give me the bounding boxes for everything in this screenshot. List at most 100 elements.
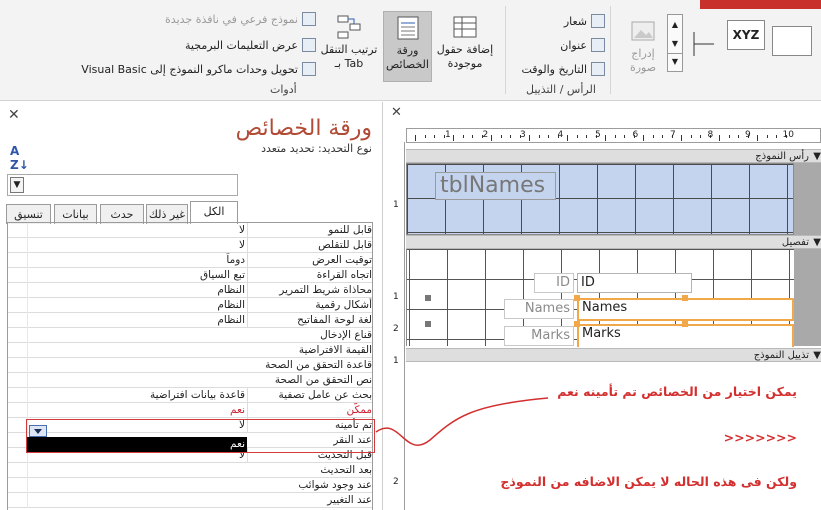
frame-control-icon[interactable] [772,26,812,56]
property-sheet-icon [397,16,418,40]
group-divider [505,6,506,94]
ruler-tick [529,135,530,141]
names-textbox[interactable]: Names [577,298,794,321]
property-value[interactable]: النظام [28,298,248,313]
marks-label[interactable]: Marks [504,326,574,346]
subform-icon [302,12,316,26]
property-value[interactable]: النظام [28,283,248,298]
property-value[interactable]: لا [28,238,248,253]
horizontal-line-icon[interactable] [690,30,716,58]
property-row[interactable]: نعم ممكَّن [8,403,372,418]
title-icon [591,38,605,52]
property-label: قابل للنمو [328,224,372,236]
ruler-tick [738,135,739,138]
xyz-title-control[interactable]: XYZ [727,20,765,50]
sort-az-icon[interactable]: A Z↓ [10,144,29,172]
property-row[interactable]: قاعدة التحقق من الصحة [8,358,372,373]
form-header-band[interactable]: رأس النموذج [406,149,821,163]
subform-new-window-button[interactable]: نموذج فرعي في نافذة جديدة [165,12,316,26]
ruler-tick [538,135,540,138]
ruler-tick [567,135,568,141]
convert-macros-button[interactable]: تحويل وحدات ماكرو النموذج إلى Visual Bas… [81,62,316,76]
property-row[interactable]: قاعدة بيانات افتراضية بحث عن عامل تصفية [8,388,372,403]
add-existing-fields-label: إضافة حقول موجودة [436,43,494,70]
property-row[interactable]: القيمة الافتراضية [8,343,372,358]
row-gutter [8,343,28,358]
property-value[interactable]: دوماً [28,253,248,268]
property-row[interactable]: نص التحقق من الصحة [8,373,372,388]
chevron-down-icon[interactable]: ▼ [10,177,24,193]
property-row[interactable]: قناع الإدخال [8,328,372,343]
property-row[interactable]: تبع السياق اتجاه القراءة [8,268,372,283]
property-row[interactable]: النظام محاذاة شريط التمرير [8,283,372,298]
property-value[interactable]: لا [28,223,248,238]
gallery-scroll[interactable]: ▲ ▼ ▼ [667,14,683,72]
property-value[interactable]: نعم [28,403,248,418]
property-grid: لا قابل للنمو لا قابل للتقلص دوماً توقيت العر… [7,222,373,510]
tab-event[interactable]: حدث [100,204,144,224]
close-icon[interactable]: ✕ [391,105,402,120]
move-handle[interactable] [425,321,431,327]
property-label: بعد التحديث [320,464,372,476]
property-label: عند وجود شوائب [298,479,372,491]
vertical-ruler: 1 1 2 1 2 [389,142,405,510]
property-row[interactable]: عند التغيير [8,493,372,508]
property-label: قابل للتقلص [318,239,372,251]
tab-other[interactable]: غير ذلك [146,204,188,224]
access-window: نموذج فرعي في نافذة جديدة عرض التعليمات … [0,0,821,510]
annotation-line-1: يمكن اختيار من الخصائص تم تأمينه نعم [557,384,797,399]
ruler-tick [662,135,663,138]
move-handle[interactable] [425,295,431,301]
add-existing-fields-button[interactable]: إضافة حقول موجودة [434,14,496,71]
marks-textbox[interactable]: Marks [577,324,794,347]
ruler-tick [462,135,464,138]
property-value[interactable]: النظام [28,313,248,328]
row-gutter [8,388,28,403]
view-code-button[interactable]: عرض التعليمات البرمجية [185,38,316,52]
property-row[interactable]: عند وجود شوائب [8,478,372,493]
scroll-up-icon: ▲ [671,20,679,29]
property-row[interactable]: النظام أشكال رقمية [8,298,372,313]
property-label: القيمة الافتراضية [298,344,372,356]
ruler-tick [510,135,511,138]
property-row[interactable]: بعد التحديث [8,463,372,478]
property-value[interactable]: تبع السياق [28,268,248,283]
date-time-button[interactable]: التاريخ والوقت [521,62,605,76]
form-header-section[interactable]: tblNames [406,163,794,235]
selection-combo[interactable]: ▼ [7,174,238,196]
insert-image-button[interactable]: إدراج صورة [622,18,664,75]
ruler-number: 4 [557,130,564,140]
tools-group-label: أدوات [270,83,297,96]
tab-order-button[interactable]: ترتيب التنقل بـ Tab [318,14,380,71]
property-value[interactable]: قاعدة بيانات افتراضية [28,388,248,403]
form-footer-band[interactable]: تذييل النموذج [406,348,821,362]
header-title-label[interactable]: tblNames [435,172,556,200]
ruler-number: 10 [782,130,794,140]
row-gutter [8,418,28,433]
tab-format[interactable]: تنسيق [6,204,51,224]
property-row[interactable]: لا قابل للنمو [8,223,372,238]
ruler-tick [652,135,654,138]
id-textbox[interactable]: ID [577,273,692,293]
row-gutter [8,433,28,448]
logo-button[interactable]: شعار [564,14,605,28]
tab-all[interactable]: الكل [190,201,238,224]
id-label[interactable]: ID [534,273,574,293]
resize-handle[interactable] [682,321,688,327]
names-label[interactable]: Names [504,299,574,319]
property-sheet-button[interactable]: ورقة الخصائص [383,11,432,82]
title-button[interactable]: عنوان [560,38,605,52]
locked-highlight-box [26,419,375,453]
detail-band[interactable]: تفصيل [406,235,821,249]
property-row[interactable]: دوماً توقيت العرض [8,253,372,268]
property-row[interactable]: النظام لغة لوحة المفاتيح [8,313,372,328]
resize-handle[interactable] [682,295,688,301]
ruler-tick [757,135,758,141]
tab-data[interactable]: بيانات [54,204,97,224]
resize-handle[interactable] [574,321,580,327]
resize-handle[interactable] [574,295,580,301]
property-row[interactable]: لا قابل للتقلص [8,238,372,253]
property-label: توقيت العرض [312,254,372,266]
close-icon[interactable]: ✕ [8,107,20,123]
form-designer: ✕ 12345678910 11212 رأس النموذج tblNames… [386,102,821,510]
